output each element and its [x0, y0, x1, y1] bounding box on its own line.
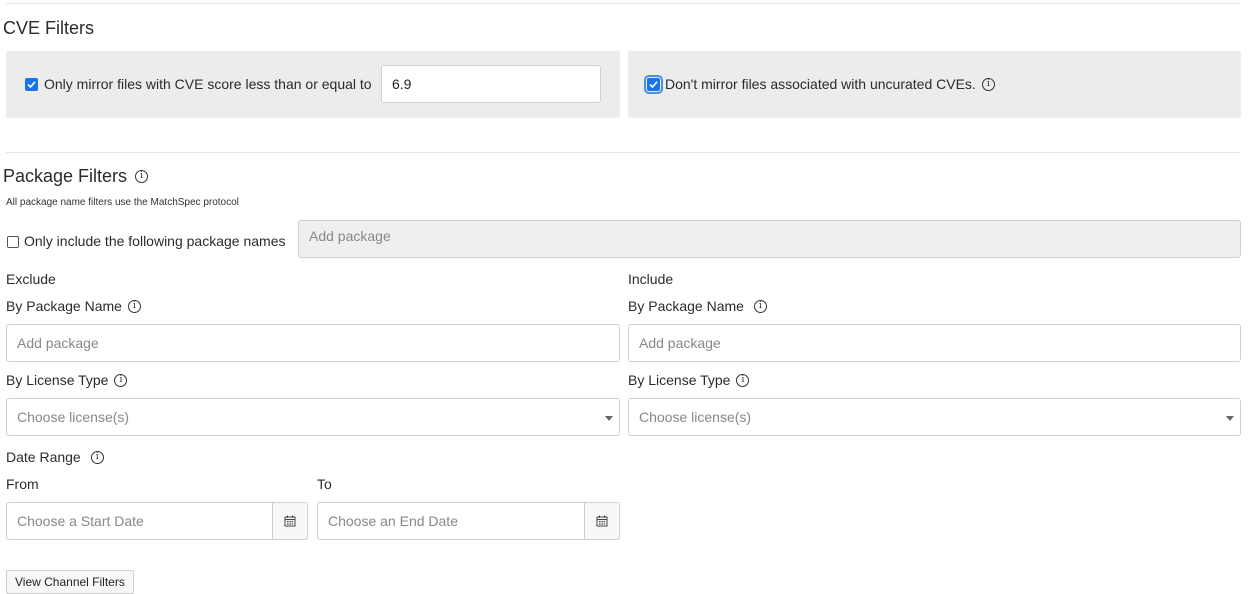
package-filters-text: Package Filters — [3, 166, 128, 186]
cve-score-panel: Only mirror files with CVE score less th… — [6, 51, 620, 118]
cve-score-label: Only mirror files with CVE score less th… — [44, 76, 372, 92]
include-license-placeholder: Choose license(s) — [639, 409, 752, 425]
info-icon[interactable]: i — [114, 373, 128, 387]
date-range-text: Date Range — [6, 449, 81, 465]
top-divider — [6, 3, 1241, 4]
only-include-checkbox[interactable] — [7, 236, 19, 248]
info-icon[interactable]: i — [127, 299, 141, 313]
include-package-input[interactable]: Add package — [628, 324, 1241, 362]
exclude-package-input[interactable]: Add package — [6, 324, 620, 362]
include-heading: Include — [628, 271, 674, 287]
package-filters-subtitle: All package name filters use the MatchSp… — [6, 197, 239, 208]
calendar-icon — [284, 515, 296, 527]
include-by-license-text: By License Type — [628, 372, 731, 388]
exclude-by-name-text: By Package Name — [6, 298, 122, 314]
include-by-license-label: By License Type i — [628, 372, 750, 388]
only-include-package-input[interactable]: Add package — [298, 220, 1241, 258]
section-divider — [6, 152, 1241, 153]
cve-score-input[interactable]: 6.9 — [381, 65, 601, 103]
calendar-icon — [596, 515, 608, 527]
caret-down-icon — [1226, 416, 1234, 421]
exclude-by-license-label: By License Type i — [6, 372, 128, 388]
uncurated-cve-text: Don't mirror files associated with uncur… — [665, 76, 976, 92]
cve-uncurated-panel: Don't mirror files associated with uncur… — [628, 51, 1241, 118]
only-include-label: Only include the following package names — [24, 233, 286, 249]
include-license-select[interactable]: Choose license(s) — [628, 398, 1241, 436]
info-icon[interactable]: i — [736, 373, 750, 387]
exclude-license-select[interactable]: Choose license(s) — [6, 398, 620, 436]
uncurated-cve-label: Don't mirror files associated with uncur… — [665, 76, 995, 92]
date-range-label: Date Range i — [6, 449, 104, 465]
exclude-heading: Exclude — [6, 271, 56, 287]
from-label: From — [6, 476, 39, 492]
include-by-name-label: By Package Name i — [628, 298, 767, 314]
exclude-by-license-text: By License Type — [6, 372, 109, 388]
package-filters-title: Package Filters i — [3, 166, 149, 187]
start-date-input[interactable]: Choose a Start Date — [6, 502, 273, 540]
info-icon[interactable]: i — [981, 77, 995, 91]
caret-down-icon — [605, 416, 613, 421]
exclude-license-placeholder: Choose license(s) — [17, 409, 130, 425]
checkmark-icon — [27, 81, 36, 89]
end-date-input[interactable]: Choose an End Date — [317, 502, 585, 540]
uncurated-cve-checkbox[interactable] — [644, 75, 663, 94]
to-label: To — [317, 476, 332, 492]
info-icon[interactable]: i — [753, 299, 767, 313]
info-icon[interactable]: i — [135, 169, 149, 183]
exclude-by-name-label: By Package Name i — [6, 298, 141, 314]
include-by-name-text: By Package Name — [628, 298, 744, 314]
cve-filters-title: CVE Filters — [3, 18, 95, 38]
checkmark-icon — [649, 81, 658, 89]
end-date-calendar-button[interactable] — [584, 502, 620, 540]
info-icon[interactable]: i — [90, 450, 104, 464]
cve-score-checkbox[interactable] — [25, 78, 38, 91]
start-date-calendar-button[interactable] — [272, 502, 308, 540]
view-channel-filters-button[interactable]: View Channel Filters — [6, 570, 134, 594]
